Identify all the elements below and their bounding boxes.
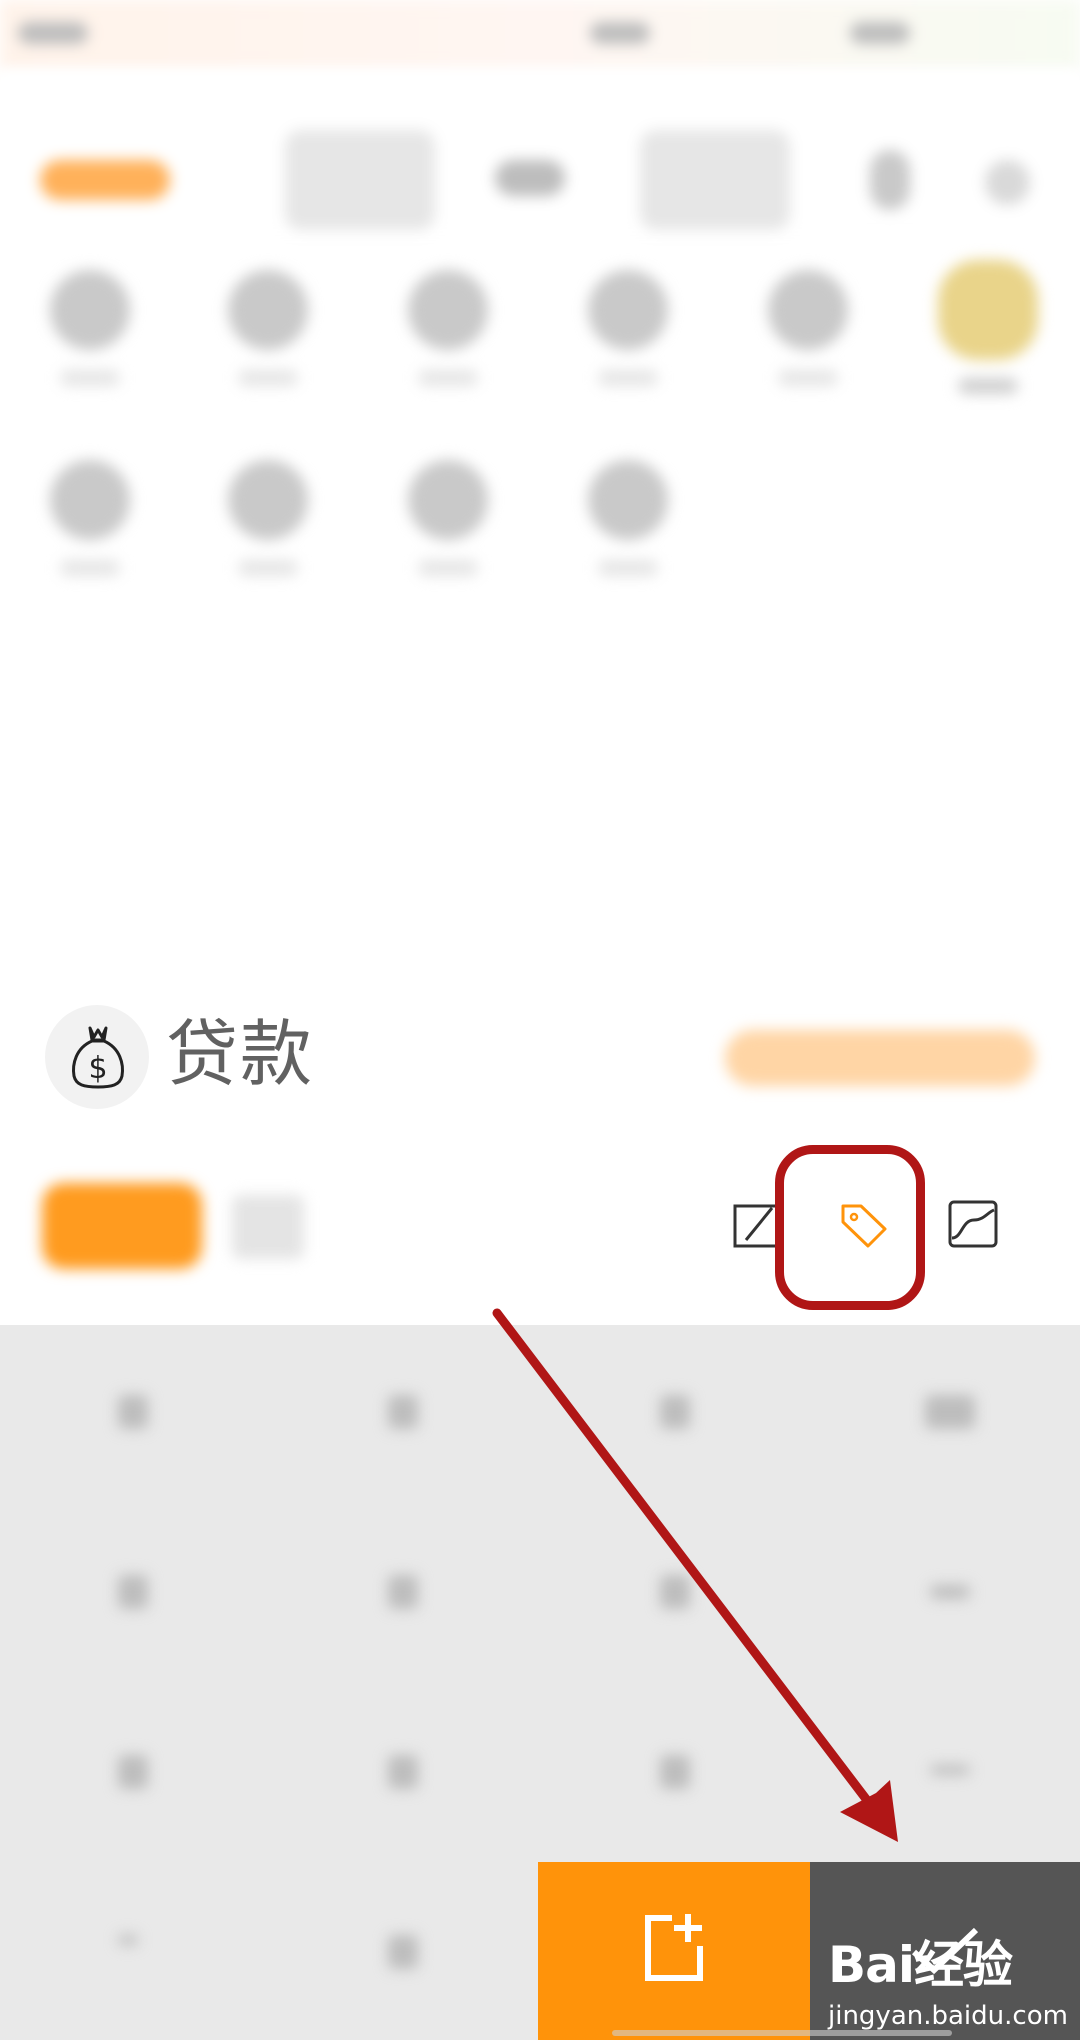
category-icon xyxy=(408,270,488,350)
category-icon xyxy=(588,460,668,540)
money-bag-icon: $ xyxy=(72,1026,124,1089)
category-item[interactable] xyxy=(30,270,150,420)
image-icon[interactable] xyxy=(948,1198,1000,1250)
watermark: Bai经验 jingyan.baidu.com xyxy=(828,1925,1068,2031)
category-label xyxy=(598,560,658,576)
status-time xyxy=(18,22,88,44)
key-minus[interactable] xyxy=(930,1765,970,1775)
battery-icon xyxy=(850,22,910,44)
key-plus[interactable] xyxy=(930,1585,970,1599)
tag-highlight-box xyxy=(775,1145,925,1310)
category-label xyxy=(598,370,658,386)
key-0[interactable] xyxy=(388,1935,418,1969)
category-icon xyxy=(408,460,488,540)
account-selector[interactable] xyxy=(42,1183,202,1269)
category-item[interactable] xyxy=(208,270,328,420)
category-icon xyxy=(50,460,130,540)
status-bar xyxy=(0,0,1080,70)
category-label xyxy=(418,370,478,386)
category-item[interactable] xyxy=(208,460,328,610)
key-1[interactable] xyxy=(118,1755,148,1789)
category-icon xyxy=(228,270,308,350)
key-8[interactable] xyxy=(388,1395,418,1429)
category-label xyxy=(60,370,120,386)
key-backspace[interactable] xyxy=(925,1395,975,1429)
selected-category-label: 贷款 xyxy=(166,1012,315,1096)
key-5[interactable] xyxy=(388,1575,418,1609)
category-icon xyxy=(938,260,1038,360)
more-icon[interactable] xyxy=(985,160,1030,205)
key-2[interactable] xyxy=(388,1755,418,1789)
category-label xyxy=(238,370,298,386)
watermark-url: jingyan.baidu.com xyxy=(828,2001,1068,2031)
key-6[interactable] xyxy=(660,1575,690,1609)
category-item[interactable] xyxy=(30,460,150,610)
category-icon xyxy=(588,270,668,350)
category-icon xyxy=(768,270,848,350)
category-item-selected[interactable] xyxy=(928,260,1048,410)
tab-expense[interactable] xyxy=(285,130,435,230)
save-again-button[interactable] xyxy=(538,1862,810,2040)
new-record-icon xyxy=(645,1914,703,1981)
tab-income[interactable] xyxy=(495,160,565,196)
back-button[interactable] xyxy=(40,160,170,200)
home-indicator xyxy=(612,2030,952,2036)
date-selector[interactable] xyxy=(232,1195,304,1259)
status-icons xyxy=(590,22,650,44)
watermark-brand: Bai经验 xyxy=(828,1936,1013,1994)
category-item[interactable] xyxy=(388,460,508,610)
top-bar xyxy=(0,70,1080,240)
category-item[interactable] xyxy=(748,270,868,420)
settings-icon[interactable] xyxy=(870,150,910,210)
category-icon xyxy=(228,460,308,540)
key-4[interactable] xyxy=(118,1575,148,1609)
category-label xyxy=(958,378,1018,394)
category-icon xyxy=(50,270,130,350)
category-item[interactable] xyxy=(388,270,508,420)
category-label xyxy=(60,560,120,576)
key-7[interactable] xyxy=(118,1395,148,1429)
category-label xyxy=(778,370,838,386)
tab-transfer[interactable] xyxy=(640,130,790,230)
category-item[interactable] xyxy=(568,460,688,610)
key-dot[interactable] xyxy=(118,1935,138,1945)
category-label xyxy=(238,560,298,576)
category-item[interactable] xyxy=(568,270,688,420)
svg-text:$: $ xyxy=(88,1051,107,1086)
key-9[interactable] xyxy=(660,1395,690,1429)
category-label xyxy=(418,560,478,576)
key-3[interactable] xyxy=(660,1755,690,1789)
amount-display xyxy=(725,1030,1035,1086)
